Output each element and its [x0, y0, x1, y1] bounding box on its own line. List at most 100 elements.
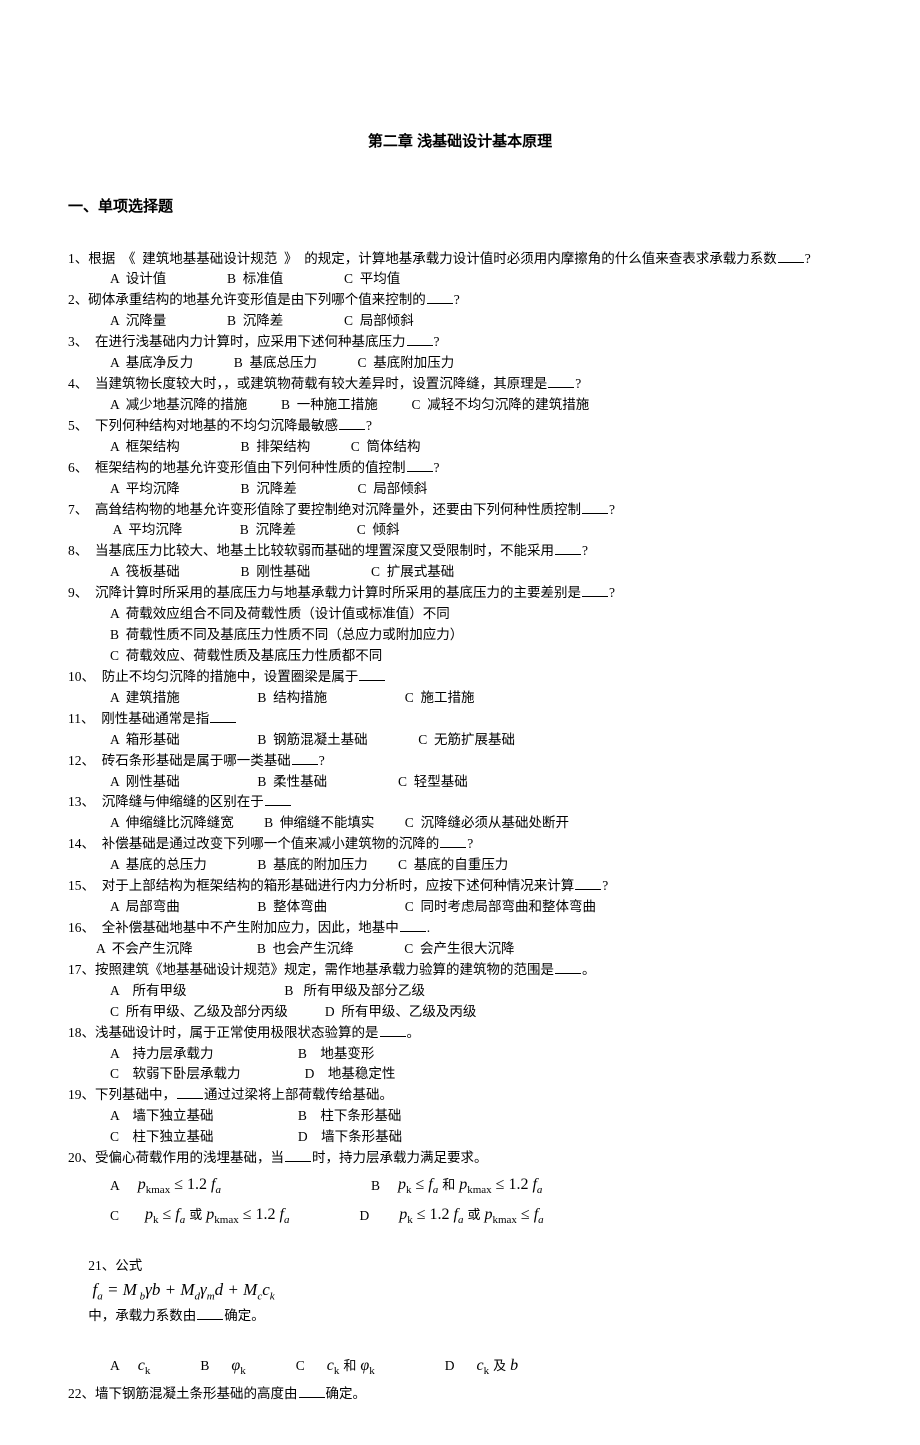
- option-c: C 减轻不均匀沉降的建筑措施: [412, 397, 590, 412]
- option-b: B 也会产生沉绛: [257, 941, 354, 956]
- q-number: 14、: [68, 836, 95, 851]
- question-17: 17、按照建筑《地基基础设计规范》规定，需作地基承载力验算的建筑物的范围是。 A…: [68, 960, 852, 1023]
- question-3: 3、 在进行浅基础内力计算时，应采用下述何种基底压力? A 基底净反力 B 基底…: [68, 332, 852, 374]
- formula-c: pk ≤ fa 或 pkmax ≤ 1.2 fa: [137, 1203, 289, 1229]
- q-text: 沉降缝与伸缩缝的区别在于: [95, 794, 264, 809]
- question-13: 13、 沉降缝与伸缩缝的区别在于 A 伸缩缝比沉降缝宽 B 伸缩缝不能填实 C …: [68, 792, 852, 834]
- q-text: 下列基础中，: [95, 1087, 176, 1102]
- q-text: 框架结构的地基允许变形值由下列何种性质的值控制: [88, 460, 405, 475]
- question-4: 4、 当建筑物长度较大时，，或建筑物荷载有较大差异时，设置沉降缝，其原理是? A…: [68, 374, 852, 416]
- option-b: B 刚性基础: [241, 564, 311, 579]
- option-c: C 无筋扩展基础: [418, 732, 515, 747]
- option-b: B 基底的附加压力: [257, 857, 367, 872]
- q-text: 根据 《 建筑地基基础设计规范 》 的规定，计算地基承载力设计值时必须用内摩擦角…: [88, 251, 777, 266]
- option-b: B 沉降差: [241, 481, 297, 496]
- q-text: 墙下钢筋混凝土条形基础的高度由: [95, 1386, 298, 1401]
- q-mark: ?: [609, 585, 615, 600]
- option-b: B 所有甲级及部分乙级: [284, 983, 425, 998]
- question-19: 19、下列基础中，通过过梁将上部荷载传给基础。 A 墙下独立基础 B 柱下条形基…: [68, 1085, 852, 1148]
- option-a: A 所有甲级: [110, 983, 187, 998]
- blank: [299, 1385, 325, 1398]
- option-label-b: B: [200, 1356, 209, 1377]
- question-9: 9、 沉降计算时所采用的基底压力与地基承载力计算时所采用的基底压力的主要差别是?…: [68, 583, 852, 667]
- question-8: 8、 当基底压力比较大、地基土比较软弱而基础的埋置深度又受限制时，不能采用? A…: [68, 541, 852, 583]
- q-number: 13、: [68, 794, 95, 809]
- question-10: 10、 防止不均匀沉降的措施中，设置圈梁是属于 A 建筑措施 B 结构措施 C …: [68, 667, 852, 709]
- blank: [265, 793, 291, 806]
- option-a: A 局部弯曲: [110, 899, 180, 914]
- blank: [575, 877, 601, 890]
- q-mark: ?: [582, 543, 588, 558]
- option-c: C 扩展式基础: [371, 564, 454, 579]
- q-mark: ?: [467, 836, 473, 851]
- option-d: D 地基稳定性: [305, 1066, 396, 1081]
- question-22: 22、墙下钢筋混凝土条形基础的高度由确定。: [68, 1384, 852, 1405]
- question-7: 7、 高耸结构物的地基允许变形值除了要控制绝对沉降量外，还要由下列何种性质控制?…: [68, 500, 852, 542]
- option-a: A 不会产生沉降: [96, 941, 193, 956]
- option-a: A 平均沉降: [110, 522, 182, 537]
- blank: [440, 835, 466, 848]
- question-6: 6、 框架结构的地基允许变形值由下列何种性质的值控制? A 平均沉降 B 沉降差…: [68, 458, 852, 500]
- question-11: 11、 刚性基础通常是指 A 箱形基础 B 钢筋混凝土基础 C 无筋扩展基础: [68, 709, 852, 751]
- q-mark: ?: [366, 418, 372, 433]
- q-number: 9、: [68, 585, 88, 600]
- option-c: C 施工措施: [405, 690, 475, 705]
- q20-row-2: C pk ≤ fa 或 pkmax ≤ 1.2 fa D pk ≤ 1.2 fa…: [68, 1203, 852, 1229]
- q-number: 10、: [68, 669, 95, 684]
- q-text-b: 确定。: [326, 1386, 367, 1401]
- option-a: A 基底的总压力: [110, 857, 207, 872]
- q-text-b: 时，持力层承载力满足要求。: [312, 1150, 488, 1165]
- option-c: C 同时考虑局部弯曲和整体弯曲: [405, 899, 596, 914]
- opt-c-sym: ck 和 φk: [323, 1354, 375, 1380]
- option-b: B 柱下条形基础: [298, 1108, 402, 1123]
- q-number: 2、: [68, 292, 88, 307]
- blank: [359, 668, 385, 681]
- blank: [380, 1023, 406, 1036]
- q-number: 4、: [68, 376, 88, 391]
- q-mark: ?: [454, 292, 460, 307]
- q-number: 8、: [68, 543, 88, 558]
- q-mark: ?: [575, 376, 581, 391]
- question-15: 15、 对于上部结构为框架结构的箱形基础进行内力分析时，应按下述何种情况来计算?…: [68, 876, 852, 918]
- blank: [555, 961, 581, 974]
- option-b: B 排架结构: [241, 439, 311, 454]
- option-label-c: C: [296, 1356, 305, 1377]
- option-b: B 荷载性质不同及基底压力性质不同（总应力或附加应力）: [110, 627, 463, 642]
- blank: [548, 375, 574, 388]
- question-21: 21、公式 fa = M bγb + Mdγmd + Mcck 中，承载力系数由…: [68, 1236, 852, 1380]
- opt-d-sym: ck 及 b: [472, 1354, 518, 1380]
- option-label-d: D: [359, 1206, 369, 1227]
- q-number: 19、: [68, 1087, 95, 1102]
- option-c: C 荷载效应、荷载性质及基底压力性质都不同: [110, 648, 382, 663]
- blank: [210, 710, 236, 723]
- question-14: 14、 补偿基础是通过改变下列哪一个值来减小建筑物的沉降的? A 基底的总压力 …: [68, 834, 852, 876]
- option-b: B 一种施工措施: [281, 397, 378, 412]
- option-c: C 倾斜: [357, 522, 400, 537]
- option-c: C 基底的自重压力: [398, 857, 508, 872]
- document-page: 第二章 浅基础设计基本原理 一、单项选择题 1、根据 《 建筑地基基础设计规范 …: [0, 0, 920, 1445]
- blank: [292, 751, 318, 764]
- blank: [197, 1307, 223, 1320]
- blank: [778, 249, 804, 262]
- option-a: A 框架结构: [110, 439, 180, 454]
- q-number: 17、: [68, 962, 95, 977]
- q-tail: .: [427, 920, 430, 935]
- blank: [177, 1086, 203, 1099]
- option-c: C 会产生很大沉降: [404, 941, 514, 956]
- blank: [582, 500, 608, 513]
- option-a: A 设计值: [110, 271, 166, 286]
- q-text: 全补偿基础地基中不产生附加应力，因此，地基中: [95, 920, 399, 935]
- q-text: 受偏心荷载作用的浅埋基础，当: [95, 1150, 284, 1165]
- q-number: 18、: [68, 1025, 95, 1040]
- option-a: A 墙下独立基础: [110, 1108, 214, 1123]
- q-number: 6、: [68, 460, 88, 475]
- question-16: 16、 全补偿基础地基中不产生附加应力，因此，地基中. A 不会产生沉降 B 也…: [68, 918, 852, 960]
- q-mark: ?: [602, 878, 608, 893]
- question-20: 20、受偏心荷载作用的浅埋基础，当时，持力层承载力满足要求。 A pkmax ≤…: [68, 1148, 852, 1229]
- q-number: 11、: [68, 711, 95, 726]
- q-number: 5、: [68, 418, 88, 433]
- q-text-b: 中，承载力系数由: [88, 1308, 196, 1323]
- option-c: C 筒体结构: [351, 439, 421, 454]
- question-2: 2、砌体承重结构的地基允许变形值是由下列哪个值来控制的? A 沉降量 B 沉降差…: [68, 290, 852, 332]
- option-b: B 钢筋混凝土基础: [257, 732, 367, 747]
